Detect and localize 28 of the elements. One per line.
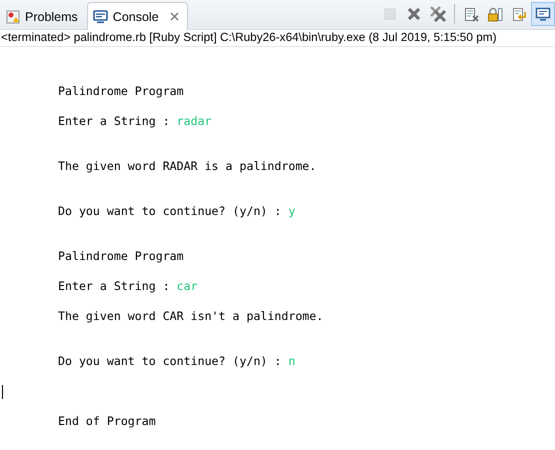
close-icon[interactable] [170,12,179,21]
document-x-icon [464,6,478,22]
text-cursor [2,385,3,399]
user-input-text: y [288,204,296,218]
tab[interactable]: Problems [0,3,87,29]
output-text: Do you want to continue? (y/n) : [58,354,282,368]
lock-icon [487,6,503,22]
output-text: The given word CAR isn't a palindrome. [58,309,324,323]
document-arrow-icon [512,6,526,22]
user-input-text: n [288,354,296,368]
process-status: <terminated> palindrome.rb [Ruby Script] C:\Ruby26-x64\bin\ruby.exe (8 Jul 2019, 5:15:50 pm) [0,30,555,47]
user-input-text: radar [176,114,212,128]
monitor-icon [92,10,108,24]
display-console-button[interactable] [531,2,555,26]
x-icon [407,7,421,21]
output-text: Do you want to continue? (y/n) : [58,204,282,218]
output-text: The given word RADAR is a palindrome. [58,159,316,173]
tab[interactable]: Console [86,2,188,30]
output-text: Palindrome Program [58,249,184,263]
monitor-icon [535,6,551,22]
output-text: End of Program [58,414,156,428]
user-input-text: car [176,279,198,293]
stop-icon [384,8,396,20]
warning-list-icon [6,10,20,24]
output-text: Palindrome Program [58,84,184,98]
double-x-icon [430,6,446,22]
output-text: Enter a String : [58,114,171,128]
output-text: Enter a String : [58,279,171,293]
